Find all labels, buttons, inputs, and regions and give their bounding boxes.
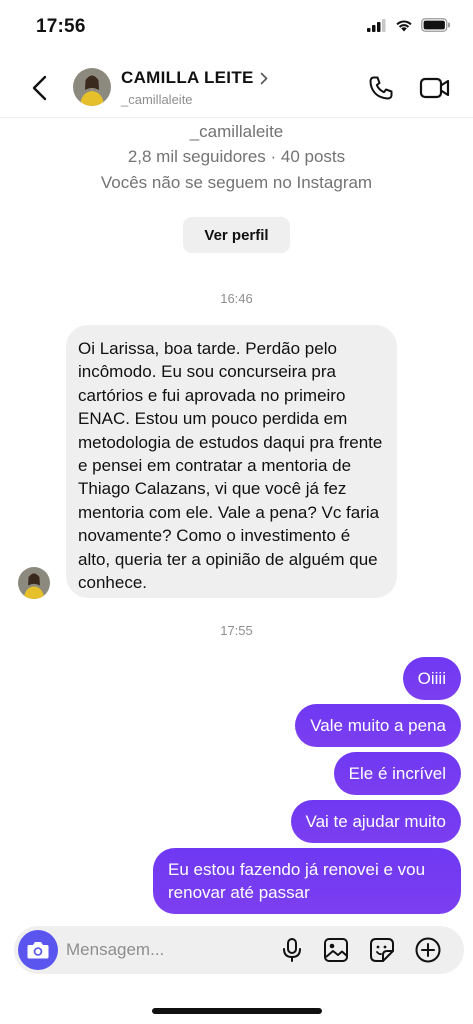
wifi-icon — [396, 19, 412, 31]
video-call-button[interactable] — [419, 74, 451, 102]
incoming-message[interactable]: Oi Larissa, boa tarde. Perdão pelo incôm… — [66, 325, 397, 598]
cellular-signal-icon — [367, 18, 386, 32]
message-composer — [14, 926, 464, 974]
plus-circle-icon — [415, 937, 441, 963]
outgoing-message[interactable]: Ele é incrível — [333, 752, 461, 795]
view-profile-button[interactable]: Ver perfil — [183, 217, 290, 253]
outgoing-message[interactable]: Oiiii — [402, 657, 461, 700]
status-time: 17:56 — [36, 16, 86, 37]
status-icons — [367, 18, 451, 32]
status-bar: 17:56 — [0, 0, 473, 56]
profile-info: _camillaleite 2,8 mil seguidores · 40 po… — [0, 120, 473, 196]
microphone-icon — [283, 938, 301, 962]
chevron-left-icon — [32, 75, 47, 101]
profile-handle: _camillaleite — [189, 122, 284, 141]
contact-handle: _camillaleite — [121, 92, 193, 107]
camera-icon — [27, 942, 49, 959]
sticker-icon — [370, 938, 394, 962]
profile-followers: 2,8 mil seguidores · 40 posts — [127, 147, 346, 166]
outgoing-message[interactable]: Vale muito a pena — [295, 704, 461, 747]
phone-icon — [369, 76, 393, 100]
outgoing-message[interactable]: Vai te ajudar muito — [290, 800, 461, 843]
image-icon — [324, 938, 348, 962]
chat-header: CAMILLA LEITE _camillaleite — [0, 56, 473, 118]
message-input[interactable] — [66, 926, 266, 974]
battery-icon — [421, 18, 450, 32]
message-timestamp: 16:46 — [220, 291, 253, 306]
gallery-button[interactable] — [322, 936, 350, 964]
sender-avatar[interactable] — [18, 567, 50, 599]
outgoing-message[interactable]: Eu estou fazendo já renovei e vou renova… — [153, 848, 461, 914]
home-indicator[interactable] — [152, 1008, 322, 1014]
chevron-right-icon — [260, 72, 268, 84]
back-button[interactable] — [28, 74, 52, 102]
microphone-button[interactable] — [278, 936, 306, 964]
contact-name: CAMILLA LEITE — [121, 68, 254, 87]
profile-relationship: Vocês não se seguem no Instagram — [100, 173, 373, 192]
sticker-button[interactable] — [368, 936, 396, 964]
camera-button[interactable] — [18, 930, 58, 970]
add-button[interactable] — [414, 936, 442, 964]
contact-avatar[interactable] — [73, 68, 111, 106]
contact-name-button[interactable]: CAMILLA LEITE — [121, 68, 268, 88]
message-timestamp: 17:55 — [220, 623, 253, 638]
video-camera-icon — [419, 77, 450, 99]
call-button[interactable] — [367, 74, 395, 102]
